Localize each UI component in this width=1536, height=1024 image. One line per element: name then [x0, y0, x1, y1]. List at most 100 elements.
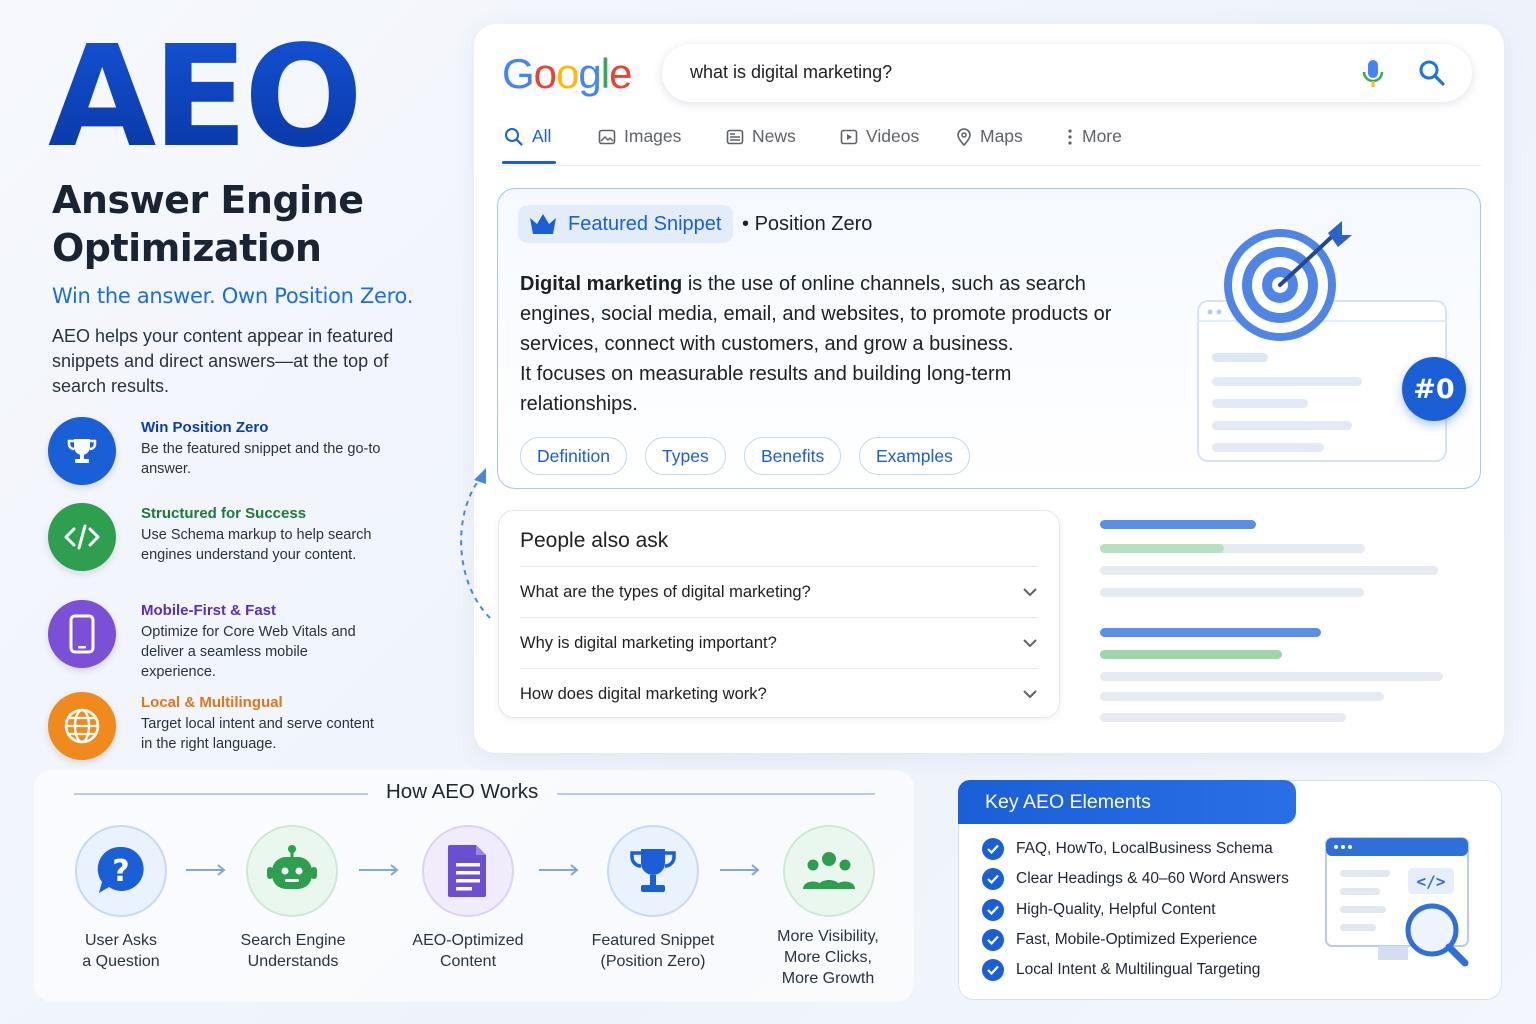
tabs-divider — [496, 165, 1481, 166]
key-item: FAQ, HowTo, LocalBusiness Schema — [982, 838, 1273, 860]
tab-label: News — [752, 126, 796, 146]
search-tabs: All Images News Videos Maps More — [504, 126, 1204, 156]
tab-videos[interactable]: Videos — [840, 126, 919, 147]
placeholder-results — [1100, 520, 1443, 722]
feature-mobile-first: Mobile-First & Fast Optimize for Core We… — [48, 600, 388, 680]
people-icon — [783, 825, 875, 917]
news-icon — [726, 129, 744, 144]
snippet-body-2: It focuses on measurable results and bui… — [520, 363, 1012, 415]
featured-snippet: Featured Snippet • Position Zero Digital… — [497, 188, 1481, 489]
aeo-title: AEO — [48, 16, 363, 179]
step-label: AEO-Optimized Content — [412, 932, 524, 970]
divider — [557, 793, 875, 795]
feature-title: Win Position Zero — [141, 419, 269, 436]
feature-desc: Be the featured snippet and the go-to an… — [141, 441, 381, 477]
tab-more[interactable]: More — [1066, 126, 1122, 147]
chip-definition[interactable]: Definition — [520, 437, 627, 475]
divider — [74, 793, 368, 795]
map-pin-icon — [957, 127, 971, 146]
feature-desc: Optimize for Core Web Vitals and deliver… — [141, 624, 356, 680]
step-label: Search Engine Understands — [240, 932, 346, 970]
arrow-right-icon — [720, 864, 760, 876]
check-icon — [982, 838, 1004, 860]
paa-question[interactable]: What are the types of digital marketing? — [520, 566, 1038, 617]
chip-types[interactable]: Types — [645, 437, 726, 475]
check-icon — [982, 929, 1004, 951]
feature-desc: Use Schema markup to help search engines… — [141, 527, 372, 563]
position-label: • Position Zero — [742, 213, 873, 235]
tab-news[interactable]: News — [726, 126, 796, 147]
svg-text:</>: </> — [1417, 872, 1446, 891]
globe-icon — [48, 692, 116, 760]
chip-examples[interactable]: Examples — [859, 437, 970, 475]
video-icon — [840, 129, 858, 144]
feature-structured-for-success: Structured for Success Use Schema markup… — [48, 503, 388, 583]
tab-label: Images — [624, 126, 682, 146]
arrow-right-icon — [359, 864, 399, 876]
step-label: User Asks a Question — [82, 932, 160, 970]
paa-question[interactable]: Why is digital marketing important? — [520, 617, 1038, 668]
check-icon — [982, 959, 1004, 981]
feature-desc: Target local intent and serve content in… — [141, 716, 374, 752]
feature-title: Local & Multilingual — [141, 694, 283, 711]
tab-maps[interactable]: Maps — [956, 126, 1023, 147]
mobile-icon — [48, 600, 116, 668]
tab-label: All — [532, 126, 552, 146]
question-icon: ? — [75, 825, 167, 917]
snippet-lead: Digital marketing — [520, 273, 683, 295]
people-also-ask: People also ask What are the types of di… — [498, 510, 1060, 718]
step-label: Featured Snippet (Position Zero) — [591, 932, 715, 970]
microphone-icon[interactable] — [1362, 58, 1384, 95]
robot-icon — [246, 825, 338, 917]
intro-text: AEO helps your content appear in feature… — [52, 326, 394, 396]
feature-title: Mobile-First & Fast — [141, 602, 277, 619]
chevron-down-icon — [1023, 639, 1037, 648]
paa-question[interactable]: How does digital marketing work? — [520, 668, 1038, 719]
snippet-answer: Digital marketing is the use of online c… — [520, 269, 1120, 419]
crown-icon — [530, 214, 556, 234]
curved-arrow-icon — [460, 468, 491, 619]
key-item: High-Quality, Helpful Content — [982, 899, 1216, 921]
key-aeo-title: Key AEO Elements — [958, 780, 1296, 824]
trophy-icon — [48, 417, 116, 485]
badge-label: Featured Snippet — [568, 212, 722, 235]
tagline: Win the answer. Own Position Zero. — [52, 284, 414, 308]
paa-title: People also ask — [520, 529, 669, 552]
feature-local-multilingual: Local & Multilingual Target local intent… — [48, 692, 388, 772]
chip-benefits[interactable]: Benefits — [744, 437, 842, 475]
code-icon — [48, 503, 116, 571]
code-search-illustration: </> — [1325, 837, 1469, 967]
feature-win-position-zero: Win Position Zero Be the featured snippe… — [48, 417, 388, 497]
feature-title: Structured for Success — [141, 505, 307, 522]
aeo-subtitle: Answer Engine Optimization — [52, 178, 364, 270]
key-item: Local Intent & Multilingual Targeting — [982, 959, 1260, 981]
search-input[interactable]: what is digital marketing? — [690, 62, 892, 83]
arrow-right-icon — [186, 864, 226, 876]
how-title: How AEO Works — [386, 780, 539, 803]
search-bar[interactable]: what is digital marketing? — [662, 44, 1472, 102]
chevron-down-icon — [1023, 690, 1037, 699]
step-label: More Visibility, More Clicks, More Growt… — [777, 928, 879, 987]
tab-all[interactable]: All — [504, 126, 551, 147]
more-vert-icon — [1068, 128, 1072, 145]
arrow-right-icon — [539, 864, 579, 876]
tab-label: Videos — [866, 126, 920, 146]
key-item: Clear Headings & 40–60 Word Answers — [982, 868, 1289, 890]
check-icon — [982, 899, 1004, 921]
svg-text:?: ? — [112, 854, 129, 889]
document-icon — [422, 825, 514, 917]
check-icon — [982, 868, 1004, 890]
image-icon — [598, 129, 616, 144]
search-icon[interactable] — [1418, 59, 1446, 92]
tab-label: More — [1082, 126, 1122, 146]
tab-label: Maps — [980, 126, 1023, 146]
tab-images[interactable]: Images — [598, 126, 681, 147]
target-illustration — [1197, 221, 1447, 462]
chevron-down-icon — [1023, 588, 1037, 597]
rank-zero-badge: #0 — [1402, 357, 1466, 421]
search-icon — [505, 127, 523, 146]
trophy-icon — [607, 825, 699, 917]
key-item: Fast, Mobile-Optimized Experience — [982, 929, 1257, 951]
google-logo[interactable]: Google — [502, 50, 632, 98]
featured-snippet-badge: Featured Snippet — [518, 205, 734, 243]
